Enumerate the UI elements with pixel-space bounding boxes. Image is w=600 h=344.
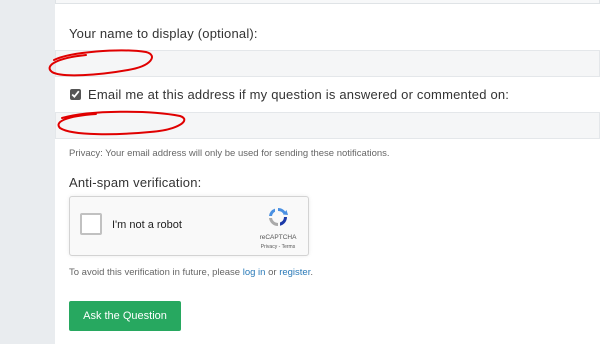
login-link[interactable]: log in bbox=[243, 267, 266, 278]
name-label: Your name to display (optional): bbox=[69, 26, 258, 41]
email-notify-label[interactable]: Email me at this address if my question … bbox=[88, 87, 509, 102]
recaptcha-links: Privacy - Terms bbox=[256, 244, 300, 250]
recaptcha-privacy-link[interactable]: Privacy bbox=[261, 244, 277, 250]
email-notify-row[interactable]: Email me at this address if my question … bbox=[70, 86, 509, 102]
recaptcha-checkbox[interactable] bbox=[80, 213, 102, 235]
ask-question-button[interactable]: Ask the Question bbox=[69, 301, 181, 331]
previous-field-edge bbox=[55, 0, 600, 4]
recaptcha-widget: I'm not a robot reCAPTCHA Privacy - Term… bbox=[69, 196, 309, 256]
recaptcha-label: I'm not a robot bbox=[112, 219, 182, 231]
recaptcha-separator: - bbox=[278, 244, 281, 250]
recaptcha-logo-icon bbox=[269, 207, 288, 227]
avoid-prefix: To avoid this verification in future, pl… bbox=[69, 267, 241, 278]
recaptcha-terms-link[interactable]: Terms bbox=[282, 244, 296, 250]
recaptcha-brand: reCAPTCHA bbox=[259, 234, 297, 241]
avoid-period: . bbox=[310, 267, 313, 278]
register-link[interactable]: register bbox=[279, 267, 310, 278]
privacy-note: Privacy: Your email address will only be… bbox=[69, 148, 390, 159]
antispam-label: Anti-spam verification: bbox=[69, 175, 202, 190]
email-notify-checkbox[interactable] bbox=[70, 88, 81, 100]
or-text: or bbox=[268, 267, 277, 278]
avoid-verification-note: To avoid this verification in future, pl… bbox=[69, 267, 313, 278]
email-input[interactable] bbox=[55, 112, 600, 139]
name-input[interactable] bbox=[55, 50, 600, 77]
